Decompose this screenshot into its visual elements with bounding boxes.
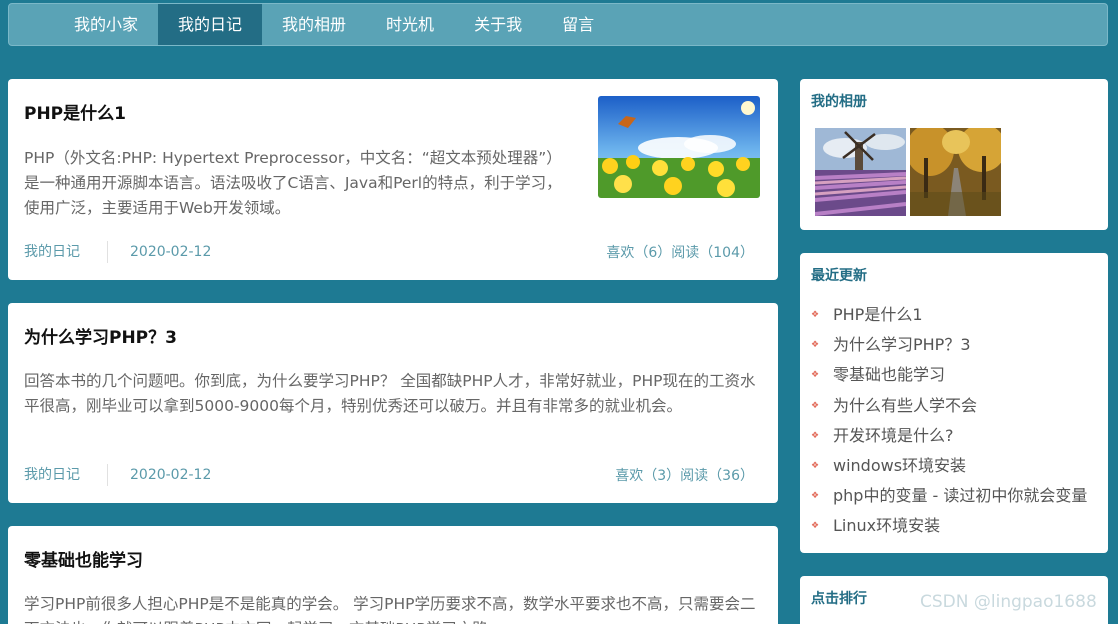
album-title: 我的相册	[811, 94, 867, 110]
article-summary: 学习PHP前很多人担心PHP是不是能真的学会。 学习PHP学历要求不高，数学水平…	[24, 595, 756, 624]
album-widget: 我的相册	[800, 79, 1108, 230]
article-card: 为什么学习PHP？3 回答本书的几个问题吧。你到底，为什么要学习PHP？ 全国都…	[8, 303, 778, 503]
bullet-icon: ❖	[811, 491, 820, 502]
article-summary: PHP（外文名:PHP: Hypertext Preprocessor，中文名：…	[24, 149, 562, 217]
nav-item-about[interactable]: 关于我	[454, 4, 542, 45]
recent-item-label: windows环境安装	[833, 456, 967, 476]
recent-list: ❖ PHP是什么1 ❖ 为什么学习PHP？3 ❖ 零基础也能学习 ❖ 为什么有些人学不会…	[811, 300, 1087, 542]
album-photo-autumn-road[interactable]	[910, 128, 1001, 216]
article-category[interactable]: 我的日记	[24, 464, 108, 486]
main-nav: 我的小家 我的日记 我的相册 时光机 关于我 留言	[8, 3, 1108, 46]
list-item[interactable]: ❖ 为什么有些人学不会	[811, 391, 1087, 421]
list-item[interactable]: ❖ Linux环境安装	[811, 511, 1087, 541]
article-title[interactable]: 零基础也能学习	[24, 546, 143, 571]
article-stats: 喜欢（3）阅读（36）	[615, 468, 754, 484]
list-item[interactable]: ❖ 开发环境是什么?	[811, 421, 1087, 451]
recent-item-label: Linux环境安装	[833, 516, 941, 536]
bullet-icon: ❖	[811, 310, 820, 321]
article-meta: 我的日记 2020-02-12 喜欢（3）阅读（36）	[24, 464, 754, 486]
article-card: PHP是什么1 PHP（外文名:PHP: Hypertext Preproces…	[8, 79, 778, 280]
watermark: CSDN @lingpao1688	[920, 592, 1097, 612]
bullet-icon: ❖	[811, 461, 820, 472]
article-title[interactable]: 为什么学习PHP？3	[24, 323, 177, 348]
nav-item-diary[interactable]: 我的日记	[158, 4, 263, 45]
bullet-icon: ❖	[811, 370, 820, 381]
list-item[interactable]: ❖ php中的变量 - 读过初中你就会变量	[811, 481, 1087, 511]
ranking-title: 点击排行	[811, 591, 867, 607]
article-summary: 回答本书的几个问题吧。你到底，为什么要学习PHP？ 全国都缺PHP人才，非常好就…	[24, 372, 756, 415]
recent-item-label: php中的变量 - 读过初中你就会变量	[833, 486, 1088, 506]
article-date: 2020-02-12	[130, 467, 212, 483]
bullet-icon: ❖	[811, 430, 820, 441]
article-category[interactable]: 我的日记	[24, 241, 108, 263]
album-photo-windmill[interactable]	[815, 128, 906, 216]
recent-item-label: 为什么有些人学不会	[833, 395, 978, 415]
recent-title: 最近更新	[811, 268, 867, 284]
article-thumbnail[interactable]	[598, 96, 760, 198]
bullet-icon: ❖	[811, 521, 820, 532]
nav-item-home[interactable]: 我的小家	[54, 4, 158, 45]
recent-item-label: 为什么学习PHP？3	[833, 335, 971, 355]
bullet-icon: ❖	[811, 340, 820, 351]
nav-item-album[interactable]: 我的相册	[262, 4, 366, 45]
article-date: 2020-02-12	[130, 244, 212, 260]
nav-item-timemachine[interactable]: 时光机	[366, 4, 454, 45]
list-item[interactable]: ❖ PHP是什么1	[811, 300, 1087, 330]
recent-widget: 最近更新 ❖ PHP是什么1 ❖ 为什么学习PHP？3 ❖ 零基础也能学习 ❖ 为什么有…	[800, 253, 1108, 553]
bullet-icon: ❖	[811, 400, 820, 411]
article-stats: 喜欢（6）阅读（104）	[606, 245, 754, 261]
recent-item-label: 开发环境是什么?	[833, 425, 954, 445]
article-card: 零基础也能学习 学习PHP前很多人担心PHP是不是能真的学会。 学习PHP学历要…	[8, 526, 778, 624]
recent-item-label: 零基础也能学习	[833, 365, 946, 385]
article-meta: 我的日记 2020-02-12 喜欢（6）阅读（104）	[24, 241, 754, 263]
recent-item-label: PHP是什么1	[833, 305, 923, 325]
list-item[interactable]: ❖ 为什么学习PHP？3	[811, 330, 1087, 360]
article-title[interactable]: PHP是什么1	[24, 99, 126, 124]
nav-item-message[interactable]: 留言	[542, 4, 614, 45]
list-item[interactable]: ❖ windows环境安装	[811, 451, 1087, 481]
list-item[interactable]: ❖ 零基础也能学习	[811, 360, 1087, 390]
